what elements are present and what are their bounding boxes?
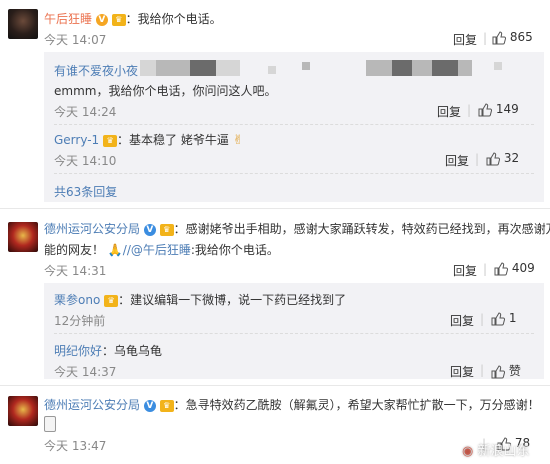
username-link[interactable]: 栗参ono: [54, 293, 100, 307]
redaction-block: [302, 62, 310, 70]
avatar[interactable]: [8, 396, 38, 426]
divider: [54, 173, 534, 174]
redaction-block: [432, 60, 458, 76]
like-label: 赞: [508, 364, 521, 378]
reply-item: Gerry-1 ♛ ：基本稳了 姥爷牛逼 ✌: [54, 131, 244, 148]
divider: |: [483, 31, 488, 45]
comment-text: :我给你个电话。: [190, 243, 279, 257]
redaction-block: [216, 60, 240, 76]
reply-button[interactable]: 回复: [437, 103, 461, 120]
like-count: 149: [495, 102, 519, 116]
divider: [0, 385, 550, 386]
divider: |: [480, 312, 485, 326]
timestamp: 今天 14:10: [54, 154, 117, 168]
redaction-block: [412, 60, 432, 76]
like-button[interactable]: 409: [494, 261, 535, 276]
username-link[interactable]: 午后狂睡: [44, 12, 92, 26]
comment-body: 德州运河公安分局 V ♛ ：急寻特效药乙酰胺（解氟灵），希望大家帮忙扩散一下，万分…: [44, 396, 540, 413]
username-link[interactable]: 明纪你好: [54, 344, 102, 358]
reply-button[interactable]: 回复: [453, 262, 477, 279]
like-button[interactable]: 1: [491, 311, 516, 326]
avatar[interactable]: [8, 9, 38, 39]
reply-text: ：建议编辑一下微博，说一下药已经找到了: [118, 293, 347, 307]
praying-hands-icon: 🙏: [107, 243, 123, 257]
timestamp: 今天 14:31: [44, 264, 107, 278]
timestamp: 今天 14:37: [54, 365, 117, 379]
redaction-block: [392, 60, 412, 76]
timestamp: 12分钟前: [54, 314, 106, 328]
thumbs-up-icon: [491, 311, 505, 325]
verified-badge-icon: V: [95, 13, 108, 26]
redaction-block: [268, 66, 276, 74]
watermark: ◉ 新浪山东: [462, 440, 530, 459]
divider: [54, 333, 534, 334]
like-button[interactable]: 149: [478, 102, 519, 117]
divider: |: [480, 363, 485, 377]
redaction-block: [366, 60, 392, 76]
divider: [54, 124, 534, 125]
like-count: 409: [511, 261, 535, 275]
redaction-block: [458, 60, 472, 76]
redaction-block: [494, 62, 502, 70]
timestamp: 今天 14:07: [44, 33, 107, 47]
watermark-text: 新浪山东: [477, 444, 530, 459]
thumbs-up-icon: [478, 102, 492, 116]
mention-link[interactable]: //@午后狂睡: [123, 243, 191, 257]
reply-text: ：基本稳了 姥爷牛逼: [117, 133, 229, 147]
more-replies-link[interactable]: 共63条回复: [54, 183, 117, 200]
reply-text: ：乌龟乌龟: [102, 344, 163, 358]
reply-button[interactable]: 回复: [450, 312, 474, 329]
like-count: 865: [509, 30, 533, 44]
avatar[interactable]: [8, 222, 38, 252]
attached-image-icon[interactable]: [44, 416, 56, 432]
victory-hand-icon: ✌: [232, 133, 244, 148]
reply-item: 栗参ono ♛ ：建议编辑一下微博，说一下药已经找到了: [54, 291, 346, 308]
comment-text: ：感谢姥爷出手相助，感谢大家踊跃转发，特效药已经找到，再次感谢万: [173, 222, 550, 236]
reply-button[interactable]: 回复: [445, 152, 469, 169]
comment-text: ：我给你个电话。: [125, 12, 222, 26]
thumbs-up-icon: [486, 151, 500, 165]
vip-crown-icon: ♛: [159, 223, 174, 236]
reply-button[interactable]: 回复: [453, 31, 477, 48]
vip-crown-icon: ♛: [103, 134, 118, 147]
timestamp: 今天 13:47: [44, 439, 107, 453]
divider: [0, 208, 550, 209]
comment-text-line: 能的网友！ 🙏//@午后狂睡:我给你个电话。: [44, 241, 279, 258]
like-button[interactable]: 865: [492, 30, 533, 45]
comment-text: ：急寻特效药乙酰胺（解氟灵），希望大家帮忙扩散一下，万分感谢！: [173, 398, 540, 412]
divider: |: [467, 103, 472, 117]
reply-text: emmm，我给你个电话，你问问这人吧。: [54, 84, 277, 98]
timestamp: 今天 14:24: [54, 105, 117, 119]
like-count: 1: [508, 311, 517, 325]
username-link[interactable]: 有谁不爱夜小夜: [54, 64, 138, 78]
comment-body: 德州运河公安分局 V ♛ ：感谢姥爷出手相助，感谢大家踊跃转发，特效药已经找到，再…: [44, 220, 550, 237]
reply-item: 有谁不爱夜小夜: [54, 62, 138, 79]
comment-body: 午后狂睡 V ♛ ：我给你个电话。: [44, 10, 222, 27]
thumbs-up-icon: [494, 261, 508, 275]
divider: |: [483, 262, 488, 276]
redaction-block: [140, 60, 156, 76]
weibo-logo-icon: ◉: [462, 444, 474, 459]
reply-button[interactable]: 回复: [450, 363, 474, 380]
comment-text: 能的网友！: [44, 243, 105, 257]
vip-crown-icon: ♛: [159, 399, 174, 412]
username-link[interactable]: 德州运河公安分局: [44, 222, 140, 236]
username-link[interactable]: 德州运河公安分局: [44, 398, 140, 412]
thumbs-up-icon: [491, 364, 505, 378]
redaction-block: [190, 60, 216, 76]
vip-crown-icon: ♛: [104, 294, 119, 307]
like-button[interactable]: 赞: [491, 362, 521, 379]
verified-badge-icon: V: [143, 223, 156, 236]
like-button[interactable]: 32: [486, 151, 519, 166]
thumbs-up-icon: [492, 30, 506, 44]
like-count: 32: [503, 151, 520, 165]
divider: |: [475, 152, 480, 166]
username-link[interactable]: Gerry-1: [54, 133, 99, 147]
redaction-block: [156, 60, 190, 76]
vip-crown-icon: ♛: [111, 13, 126, 26]
verified-badge-icon: V: [143, 399, 156, 412]
reply-item: 明纪你好：乌龟乌龟: [54, 342, 162, 359]
